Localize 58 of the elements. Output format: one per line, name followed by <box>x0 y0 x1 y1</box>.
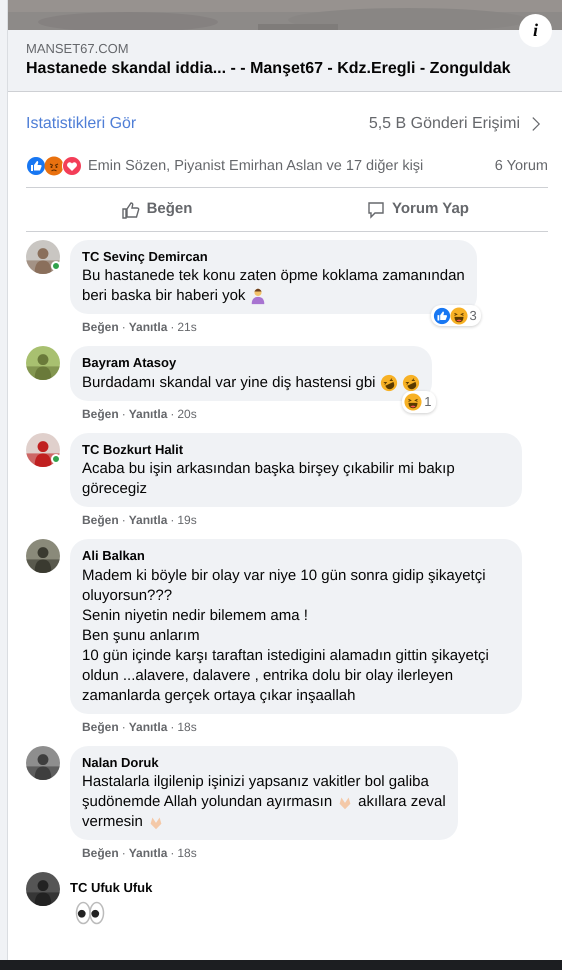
reply-link[interactable]: Yanıtla <box>128 511 168 530</box>
like-button[interactable]: Beğen <box>26 192 287 227</box>
separator-dot: · <box>122 718 126 736</box>
reaction-badge[interactable]: 3 <box>430 304 481 326</box>
separator-dot: · <box>170 512 174 530</box>
comment-time: 20s <box>177 406 197 423</box>
comment-author[interactable]: TC Bozkurt Halit <box>82 440 510 460</box>
comment-text: Bu hastanede tek konu zaten öpme koklama zamanından <box>82 266 465 286</box>
separator-dot: · <box>170 845 174 862</box>
comment-time: 19s <box>177 512 197 530</box>
thumbs-up-icon <box>120 200 141 220</box>
comment-time: 18s <box>177 718 197 736</box>
comment-text: akıllara zeval <box>358 792 446 812</box>
like-link[interactable]: Beğen <box>82 404 119 423</box>
like-link[interactable]: Beğen <box>82 718 119 736</box>
reaction-count: 3 <box>470 306 477 325</box>
reactions-summary: Emin Sözen, Piyanist Emirhan Aslan ve 17 diğer kişi <box>88 156 424 176</box>
reach-text: 5,5 B Gönderi Erişimi <box>368 114 520 134</box>
comment-time: 21s <box>177 319 197 336</box>
separator-dot: · <box>122 845 126 862</box>
link-domain: MANSET67.COM <box>26 40 130 58</box>
comment-text: Madem ki böyle bir olay var niye 10 gün sonra gidip şikayetçi oluyorsun??? <box>82 566 487 606</box>
comment-text: Senin niyetin nedir bilemem ama ! <box>82 606 308 626</box>
reply-link[interactable]: Yanıtla <box>128 318 168 336</box>
comment-author[interactable]: TC Ufuk Ufuk <box>70 878 152 898</box>
reply-link[interactable]: Yanıtla <box>128 404 168 423</box>
comment-text: beri baska bir haberi yok <box>82 286 246 306</box>
separator-dot: · <box>122 319 126 336</box>
comment-text: Acaba bu işin arkasından başka birşey çıkabilir mi bakıp görecegiz <box>82 459 456 500</box>
reply-link[interactable]: Yanıtla <box>128 718 168 736</box>
comment-text: 10 gün içinde karşı taraftan istedigini alamadın gittin şikayetçi oldun ...alavere, dalavere , entrika dolu bir olay ilerleyen zamanlarda gerçek ortaya çıkar inşaallah <box>82 646 490 706</box>
link-title: Hastanede skandal iddia... - - Manşet67 - Kdz.Eregli - Zonguldak <box>26 58 512 78</box>
comment-author[interactable]: TC Sevinç Demircan <box>82 246 465 266</box>
reaction-count: 1 <box>424 393 432 412</box>
separator-dot: · <box>122 406 126 423</box>
reaction-badge[interactable]: 1 <box>402 391 436 413</box>
separator-dot: · <box>170 319 174 336</box>
comment-author[interactable]: Ali Balkan <box>82 546 510 566</box>
separator-dot: · <box>170 406 174 423</box>
comment-text: Hastalarla ilgilenip işinizi yapsanız vakitler bol galiba <box>82 772 429 792</box>
comment-text: Ben şunu anlarım <box>82 626 200 646</box>
insights-link[interactable]: Istatistikleri Gör <box>26 112 136 136</box>
comment-time: 18s <box>177 845 197 862</box>
separator-dot: · <box>170 718 174 736</box>
speech-bubble-icon <box>366 200 386 220</box>
like-link[interactable]: Beğen <box>82 318 119 336</box>
separator-dot: · <box>122 512 126 530</box>
comment-text: vermesin <box>82 812 143 832</box>
comment-button[interactable]: Yorum Yap <box>287 192 548 227</box>
like-link[interactable]: Beğen <box>82 511 119 530</box>
comment-count: 6 Yorum <box>494 156 548 176</box>
info-button[interactable]: i <box>519 14 552 47</box>
comment-author[interactable]: Nalan Doruk <box>82 752 446 772</box>
comment-author[interactable]: Bayram Atasoy <box>82 353 420 373</box>
reply-link[interactable]: Yanıtla <box>128 844 168 862</box>
comment-text: şudönemde Allah yolundan ayırmasın <box>82 792 332 812</box>
like-link[interactable]: Beğen <box>82 844 119 862</box>
comment-text: Burdadamı skandal var yine diş hastensi gbi <box>82 372 376 393</box>
